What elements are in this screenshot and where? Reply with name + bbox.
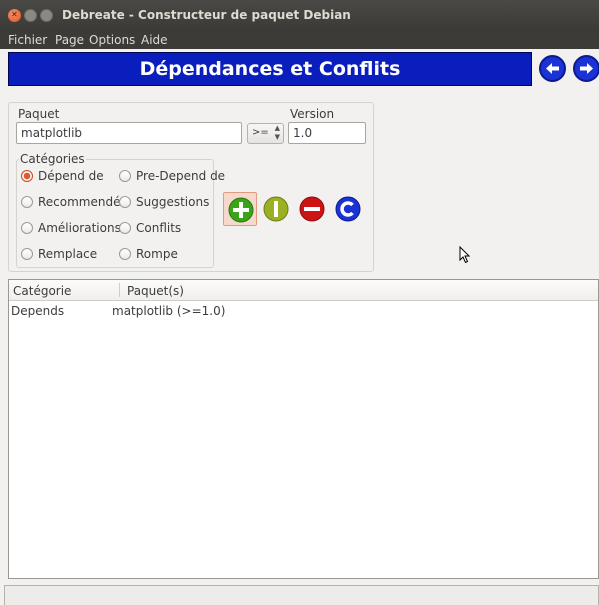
radio-label: Dépend de	[38, 169, 104, 183]
row-packages: matplotlib (>=1.0)	[112, 304, 226, 318]
mouse-cursor-icon	[459, 246, 471, 264]
radio-recommende[interactable]	[21, 196, 33, 208]
column-header-packages[interactable]: Paquet(s)	[127, 284, 184, 298]
radio-label: Améliorations	[38, 221, 121, 235]
categories-legend: Catégories	[19, 152, 86, 166]
clear-dependencies-button[interactable]	[331, 192, 365, 226]
spin-arrows-icon: ▲ ▼	[274, 124, 280, 141]
column-divider[interactable]	[119, 283, 120, 297]
version-input[interactable]: 1.0	[288, 122, 366, 144]
dependency-list[interactable]: Catégorie Paquet(s) Depends matplotlib (…	[8, 279, 599, 579]
clear-icon	[335, 196, 361, 222]
list-header: Catégorie Paquet(s)	[9, 280, 598, 301]
radio-label: Rompe	[136, 247, 178, 261]
status-bar	[4, 585, 599, 605]
table-row[interactable]: Depends matplotlib (>=1.0)	[9, 302, 598, 320]
radio-pre-depend-de[interactable]	[119, 170, 131, 182]
package-input[interactable]: matplotlib	[16, 122, 242, 144]
arrow-left-icon	[546, 63, 559, 74]
version-label: Version	[290, 107, 335, 121]
window-title: Debreate - Constructeur de paquet Debian	[62, 8, 351, 22]
operator-value: >=	[252, 127, 269, 138]
menu-page[interactable]: Page	[55, 33, 84, 47]
arrow-right-icon	[580, 63, 593, 74]
radio-conflits[interactable]	[119, 222, 131, 234]
add-dependency-button[interactable]	[223, 192, 257, 226]
radio-ameliorations[interactable]	[21, 222, 33, 234]
radio-label: Suggestions	[136, 195, 210, 209]
radio-rompe[interactable]	[119, 248, 131, 260]
close-window-button[interactable]	[8, 9, 21, 22]
window-titlebar: Debreate - Constructeur de paquet Debian	[0, 0, 599, 31]
operator-select[interactable]: >= ▲ ▼	[247, 123, 284, 144]
remove-icon	[299, 196, 325, 222]
append-dependency-button[interactable]	[259, 192, 293, 226]
remove-dependency-button[interactable]	[295, 192, 329, 226]
next-page-button[interactable]	[573, 55, 599, 82]
radio-suggestions[interactable]	[119, 196, 131, 208]
menu-options[interactable]: Options	[89, 33, 135, 47]
radio-label: Pre-Depend de	[136, 169, 226, 183]
radio-remplace[interactable]	[21, 248, 33, 260]
previous-page-button[interactable]	[539, 55, 566, 82]
radio-depend-de[interactable]	[21, 170, 33, 182]
menu-fichier[interactable]: Fichier	[8, 33, 47, 47]
column-header-category[interactable]: Catégorie	[13, 284, 71, 298]
minimize-window-button[interactable]	[24, 9, 37, 22]
page-title: Dépendances et Conflits	[139, 58, 401, 80]
add-icon	[228, 197, 254, 223]
radio-label: Recommendé	[38, 195, 121, 209]
radio-label: Remplace	[38, 247, 98, 261]
row-category: Depends	[11, 304, 65, 318]
package-label: Paquet	[18, 107, 60, 121]
append-icon	[263, 196, 289, 222]
menubar: Fichier Page Options Aide	[0, 31, 599, 49]
page-banner: Dépendances et Conflits	[8, 52, 532, 86]
maximize-window-button[interactable]	[40, 9, 53, 22]
radio-label: Conflits	[136, 221, 182, 235]
menu-aide[interactable]: Aide	[141, 33, 168, 47]
